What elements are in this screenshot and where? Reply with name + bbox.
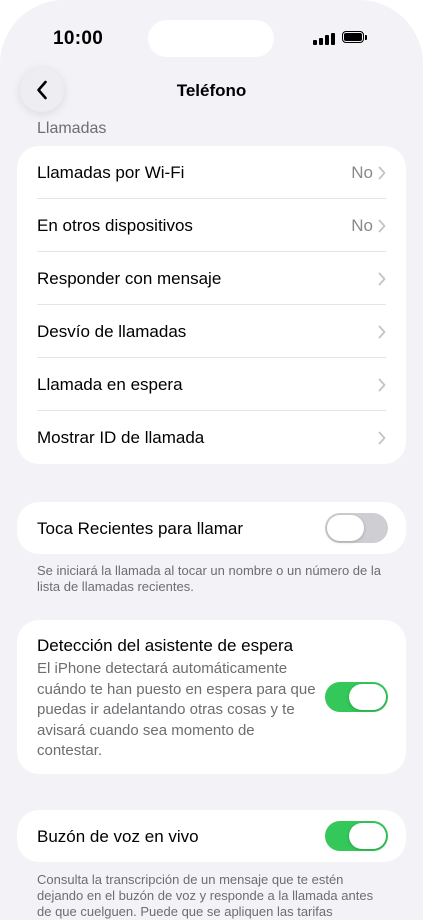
live-voicemail-label: Buzón de voz en vivo bbox=[37, 827, 199, 846]
row-wifi-calling[interactable]: Llamadas por Wi-Fi No bbox=[17, 146, 406, 199]
calls-settings-group: Llamadas por Wi-Fi No En otros dispositi… bbox=[17, 146, 406, 464]
row-respond-with-message[interactable]: Responder con mensaje bbox=[17, 252, 406, 305]
row-show-caller-id[interactable]: Mostrar ID de llamada bbox=[17, 411, 406, 464]
live-voicemail-footer: Consulta la transcripción de un mensaje … bbox=[37, 872, 374, 919]
hold-assist-description: El iPhone detectará automáticamente cuán… bbox=[37, 660, 316, 759]
recents-toggle[interactable] bbox=[325, 513, 388, 543]
phone-screen: 10:00 Teléfono Llamadas Llamadas por Wi-… bbox=[0, 0, 423, 920]
chevron-right-icon bbox=[378, 272, 386, 286]
hold-assist-group: Detección del asistente de espera El iPh… bbox=[17, 620, 406, 774]
chevron-right-icon bbox=[378, 166, 386, 180]
row-other-devices[interactable]: En otros dispositivos No bbox=[17, 199, 406, 252]
chevron-right-icon bbox=[378, 431, 386, 445]
row-label: Desvío de llamadas bbox=[37, 321, 187, 341]
signal-icon bbox=[313, 33, 337, 45]
chevron-right-icon bbox=[378, 378, 386, 392]
recents-group: Toca Recientes para llamar bbox=[17, 502, 406, 554]
status-time: 10:00 bbox=[53, 28, 104, 49]
recents-label: Toca Recientes para llamar bbox=[37, 519, 243, 538]
section-header-calls: Llamadas bbox=[37, 120, 107, 137]
row-call-waiting[interactable]: Llamada en espera bbox=[17, 358, 406, 411]
live-voicemail-toggle[interactable] bbox=[325, 821, 388, 851]
row-label: Responder con mensaje bbox=[37, 268, 222, 288]
hold-assist-title: Detección del asistente de espera bbox=[37, 636, 294, 655]
row-call-forwarding[interactable]: Desvío de llamadas bbox=[17, 305, 406, 358]
live-voicemail-group: Buzón de voz en vivo bbox=[17, 810, 406, 862]
row-label: En otros dispositivos bbox=[37, 215, 193, 235]
chevron-right-icon bbox=[378, 325, 386, 339]
row-label: Llamadas por Wi-Fi bbox=[37, 162, 185, 182]
row-value: No bbox=[351, 215, 373, 235]
row-label: Llamada en espera bbox=[37, 374, 183, 394]
row-label: Mostrar ID de llamada bbox=[37, 427, 205, 447]
recents-footer: Se iniciará la llamada al tocar un nombr… bbox=[37, 563, 381, 594]
chevron-right-icon bbox=[378, 219, 386, 233]
page-title: Teléfono bbox=[176, 81, 247, 100]
dynamic-island bbox=[148, 20, 274, 57]
hold-assist-toggle[interactable] bbox=[325, 682, 388, 712]
row-value: No bbox=[351, 162, 373, 182]
battery-icon bbox=[342, 31, 368, 45]
